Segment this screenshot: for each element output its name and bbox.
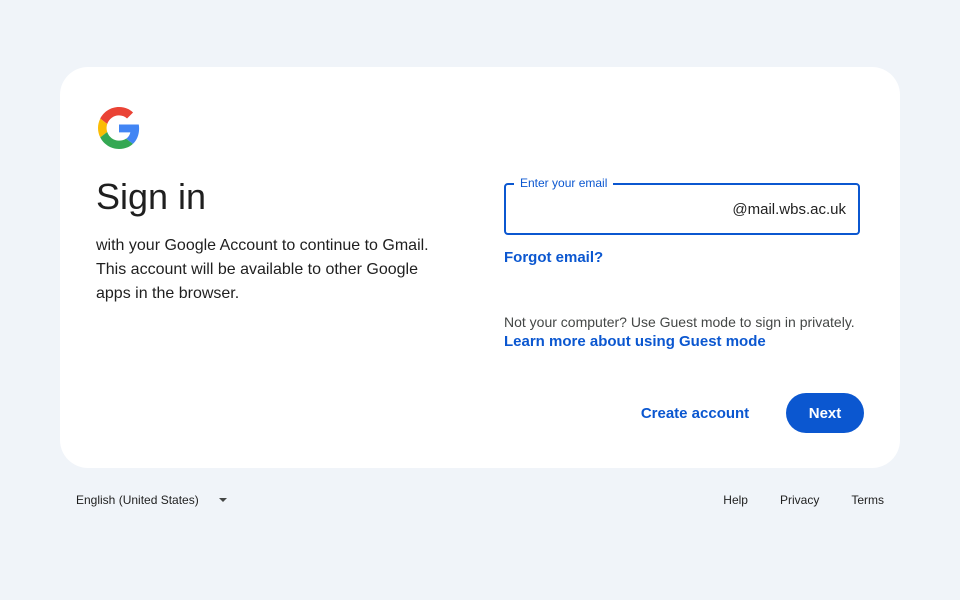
email-domain-suffix: @mail.wbs.ac.uk: [732, 201, 846, 218]
forgot-email-link[interactable]: Forgot email?: [504, 248, 603, 268]
footer-links: Help Privacy Terms: [707, 484, 900, 516]
email-input[interactable]: [518, 199, 742, 223]
footer-help-link[interactable]: Help: [707, 484, 764, 516]
language-select[interactable]: English (United States): [64, 484, 239, 516]
google-logo-icon: [98, 107, 140, 149]
email-field-label: Enter your email: [514, 175, 614, 191]
guest-mode-text: Not your computer? Use Guest mode to sig…: [504, 314, 855, 330]
footer: English (United States) Help Privacy Ter…: [60, 484, 900, 516]
footer-terms-link[interactable]: Terms: [835, 484, 900, 516]
email-field[interactable]: Enter your email @mail.wbs.ac.uk: [504, 175, 860, 235]
language-select-value: English (United States): [76, 493, 199, 507]
next-button[interactable]: Next: [786, 393, 864, 433]
guest-mode-link[interactable]: Learn more about using Guest mode: [504, 332, 766, 352]
page-subtitle: with your Google Account to continue to …: [96, 237, 429, 302]
signin-card: Sign in with your Google Account to cont…: [60, 67, 900, 468]
page-title: Sign in: [96, 176, 207, 217]
caret-down-icon: [218, 498, 227, 502]
footer-privacy-link[interactable]: Privacy: [764, 484, 835, 516]
create-account-button[interactable]: Create account: [628, 393, 762, 433]
